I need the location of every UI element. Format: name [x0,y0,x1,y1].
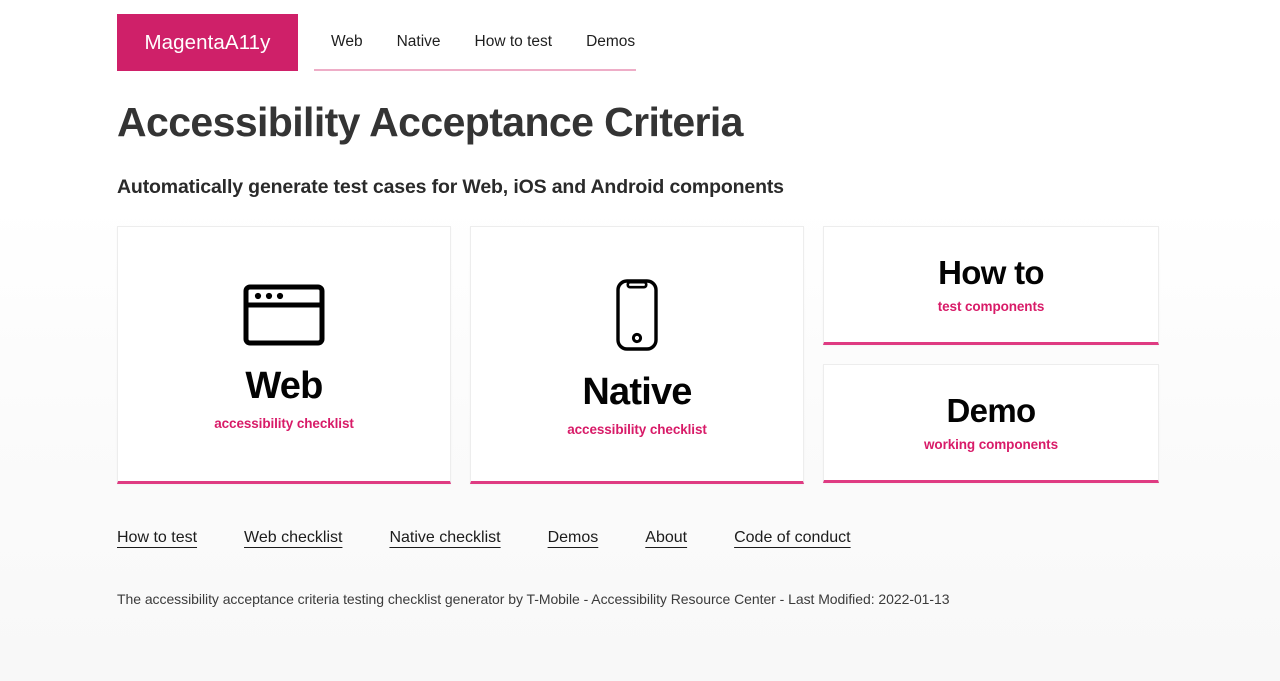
card-web[interactable]: Web accessibility checklist [117,226,451,485]
card-title: Web [245,365,323,408]
footer-navigation: How to test Web checklist Native checkli… [117,529,1162,547]
card-title: Native [582,371,692,414]
page-title: Accessibility Acceptance Criteria [117,99,743,145]
card-title: How to [938,254,1044,292]
footer-link-code-of-conduct[interactable]: Code of conduct [734,529,851,547]
browser-window-icon [243,284,325,351]
footer-link-demos[interactable]: Demos [548,529,599,547]
card-grid: Web accessibility checklist Native acces… [117,226,1162,485]
footer-credit-text: The accessibility acceptance criteria te… [117,591,950,608]
page-root: MagentaA11y Web Native How to test Demos… [0,0,1280,681]
card-subtitle: test components [937,298,1045,314]
footer-link-native-checklist[interactable]: Native checklist [389,529,500,547]
nav-item-native[interactable]: Native [380,13,458,70]
card-subtitle: accessibility checklist [567,421,707,437]
card-demo[interactable]: Demo working components [823,364,1159,484]
nav-item-web[interactable]: Web [314,13,380,70]
page-content: MagentaA11y Web Native How to test Demos… [0,0,1280,609]
mobile-phone-icon [615,278,659,357]
card-subtitle: working components [924,436,1058,452]
site-header: MagentaA11y Web Native How to test Demos [117,0,1162,84]
footer-link-how-to-test[interactable]: How to test [117,529,197,547]
card-native[interactable]: Native accessibility checklist [470,226,804,485]
card-column-right: How to test components Demo working comp… [823,226,1159,484]
footer-link-about[interactable]: About [645,529,687,547]
card-title: Demo [946,392,1037,430]
nav-item-how-to-test[interactable]: How to test [458,13,570,70]
footer-link-web-checklist[interactable]: Web checklist [244,529,342,547]
card-subtitle: accessibility checklist [214,415,354,431]
card-how-to[interactable]: How to test components [823,226,1159,346]
page-subtitle: Automatically generate test cases for We… [117,176,784,199]
main-navigation: Web Native How to test Demos [314,14,636,71]
nav-item-demos[interactable]: Demos [569,13,652,70]
brand-logo-magentaa11y[interactable]: MagentaA11y [117,14,298,71]
